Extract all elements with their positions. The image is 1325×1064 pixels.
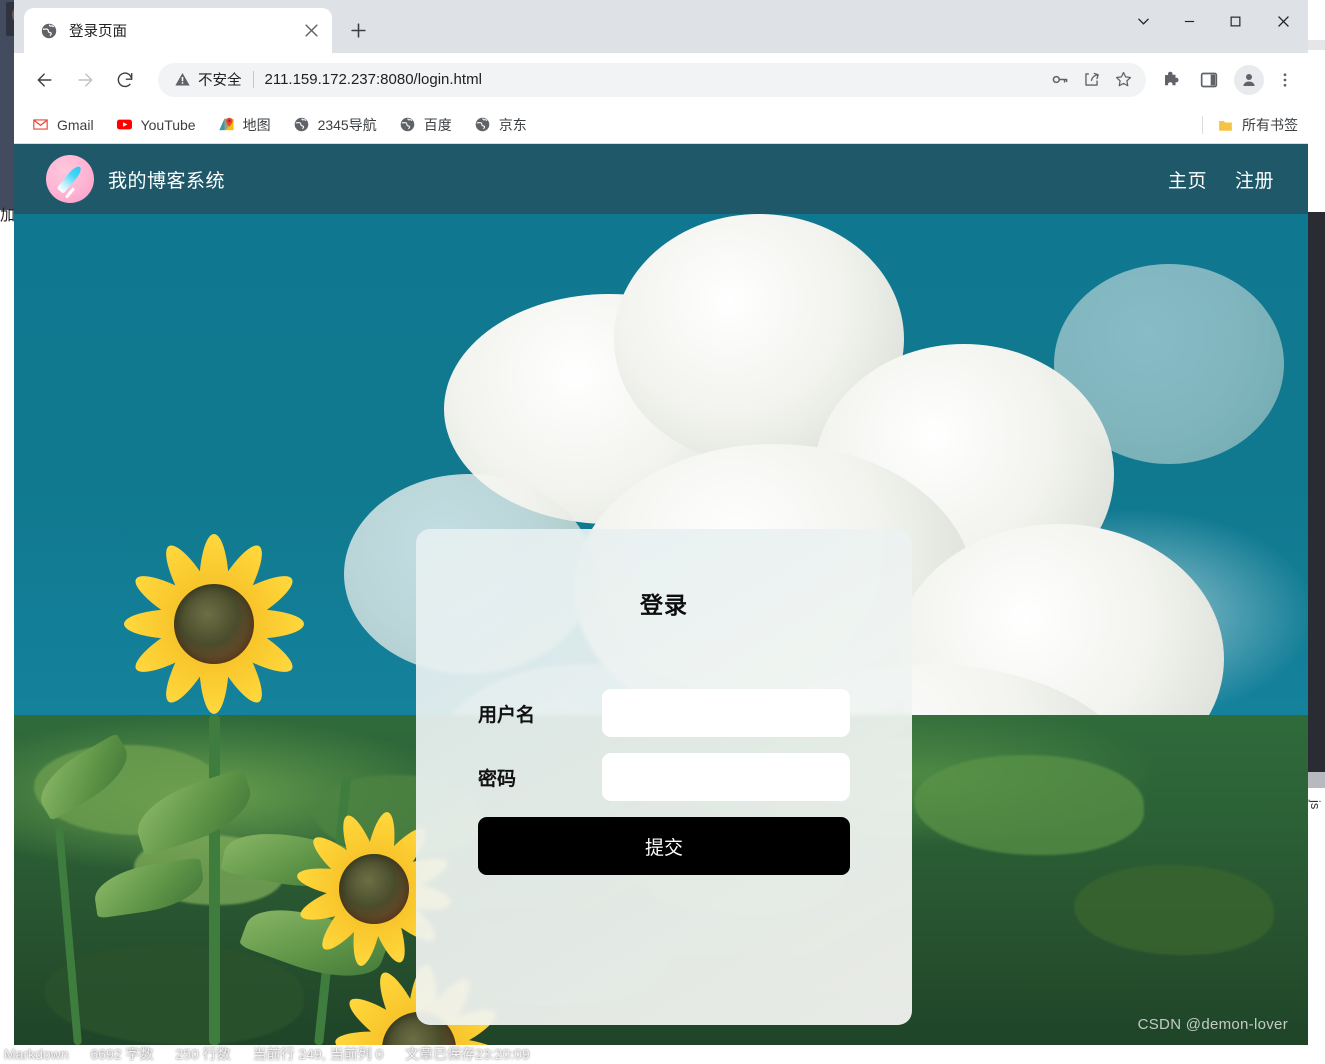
maximize-button[interactable] [1212, 0, 1258, 43]
forward-arrow-icon[interactable] [68, 63, 102, 97]
brand-name: 我的博客系统 [108, 170, 226, 192]
all-bookmarks-group: 所有书签 [1202, 106, 1298, 144]
warning-triangle-icon[interactable] [174, 71, 191, 88]
bookmark-label: YouTube [140, 116, 196, 133]
security-status-label: 不安全 [198, 73, 242, 89]
browser-tab-active[interactable]: 登录页面 [24, 8, 332, 53]
all-bookmarks-button[interactable]: 所有书签 [1217, 115, 1298, 135]
bookmark-label: 百度 [423, 116, 452, 133]
side-panel-icon[interactable] [1192, 63, 1226, 97]
window-controls [1120, 0, 1308, 43]
omnibox-divider [252, 71, 254, 88]
puzzle-piece-icon[interactable] [1154, 63, 1188, 97]
quill-pen-logo [46, 155, 94, 203]
username-input[interactable] [602, 689, 850, 737]
login-card: 登录 用户名 密码 提交 [416, 529, 912, 1025]
login-title: 登录 [640, 592, 688, 618]
site-nav: 主页 注册 [1168, 166, 1274, 193]
browser-toolbar: 不安全 211.159.172.237:8080/login.html [14, 53, 1308, 106]
nav-link-home[interactable]: 主页 [1168, 166, 1207, 193]
bookmark-label: 2345导航 [317, 116, 377, 133]
new-tab-button[interactable] [344, 16, 372, 44]
minimize-button[interactable] [1166, 0, 1212, 43]
bookmark-jd[interactable]: 京东 [474, 115, 527, 135]
globe-icon [399, 116, 416, 133]
password-input[interactable] [602, 753, 850, 801]
gmail-icon [32, 116, 49, 133]
password-label: 密码 [478, 768, 517, 790]
status-cursor: 当前行 249, 当前列 0 [252, 1046, 384, 1062]
reload-icon[interactable] [108, 63, 142, 97]
status-saved: 文章已保存23:20:09 [405, 1046, 530, 1062]
globe-icon [474, 116, 491, 133]
brand[interactable]: 我的博客系统 [46, 155, 225, 203]
back-arrow-icon[interactable] [28, 63, 62, 97]
status-word-count: 6692 字数 [90, 1046, 154, 1062]
page-viewport: 我的博客系统 主页 注册 登录 用户名 密码 提交 CSDN @demon-lo… [14, 144, 1308, 1045]
bookmarks-divider [1202, 116, 1203, 134]
bookmarks-bar: Gmail YouTube 地图 2345导航 百度 京东 所有书签 [14, 106, 1308, 144]
bookmark-label: 京东 [498, 116, 527, 133]
submit-button[interactable]: 提交 [478, 817, 850, 875]
globe-icon [40, 22, 58, 40]
password-row: 密码 [416, 751, 912, 803]
bookmark-youtube[interactable]: YouTube [116, 116, 196, 133]
all-bookmarks-label: 所有书签 [1242, 117, 1298, 133]
folder-icon [1217, 117, 1234, 134]
window-close-button[interactable] [1258, 0, 1308, 43]
omnibox[interactable]: 不安全 211.159.172.237:8080/login.html [158, 62, 1146, 97]
close-icon[interactable] [300, 20, 322, 42]
username-label: 用户名 [478, 704, 536, 726]
login-form: 用户名 密码 提交 [416, 687, 912, 875]
key-icon[interactable] [1044, 65, 1074, 95]
bookmark-maps[interactable]: 地图 [218, 115, 271, 135]
status-line-count: 250 行数 [175, 1046, 231, 1062]
three-dot-menu-icon[interactable] [1268, 63, 1302, 97]
watermark: CSDN @demon-lover [1137, 1016, 1288, 1033]
bookmark-label: 地图 [242, 116, 271, 133]
nav-link-register[interactable]: 注册 [1235, 166, 1274, 193]
globe-icon [293, 116, 310, 133]
status-format: Markdown [4, 1046, 69, 1062]
share-icon[interactable] [1076, 65, 1106, 95]
username-row: 用户名 [416, 687, 912, 739]
chrome-browser-window: 登录页面 不安全 211.159.172.237:8080/login.html… [14, 0, 1308, 1045]
bookmark-baidu[interactable]: 百度 [399, 115, 452, 135]
youtube-icon [116, 116, 133, 133]
google-maps-icon [218, 116, 235, 133]
bookmark-label: Gmail [57, 116, 94, 133]
star-icon[interactable] [1108, 65, 1138, 95]
url-text[interactable]: 211.159.172.237:8080/login.html [265, 71, 1043, 88]
person-avatar-icon[interactable] [1234, 64, 1264, 95]
tab-title: 登录页面 [69, 24, 127, 40]
bookmark-2345[interactable]: 2345导航 [293, 115, 377, 135]
bookmark-gmail[interactable]: Gmail [32, 116, 94, 133]
tab-search-button[interactable] [1120, 0, 1166, 43]
submit-row: 提交 [416, 817, 912, 875]
site-header: 我的博客系统 主页 注册 [14, 144, 1308, 214]
tab-strip: 登录页面 [14, 0, 1308, 53]
sunflower-top [94, 504, 334, 744]
editor-status-bar: Markdown 6692 字数 250 行数 当前行 249, 当前列 0 文… [0, 1045, 1325, 1064]
